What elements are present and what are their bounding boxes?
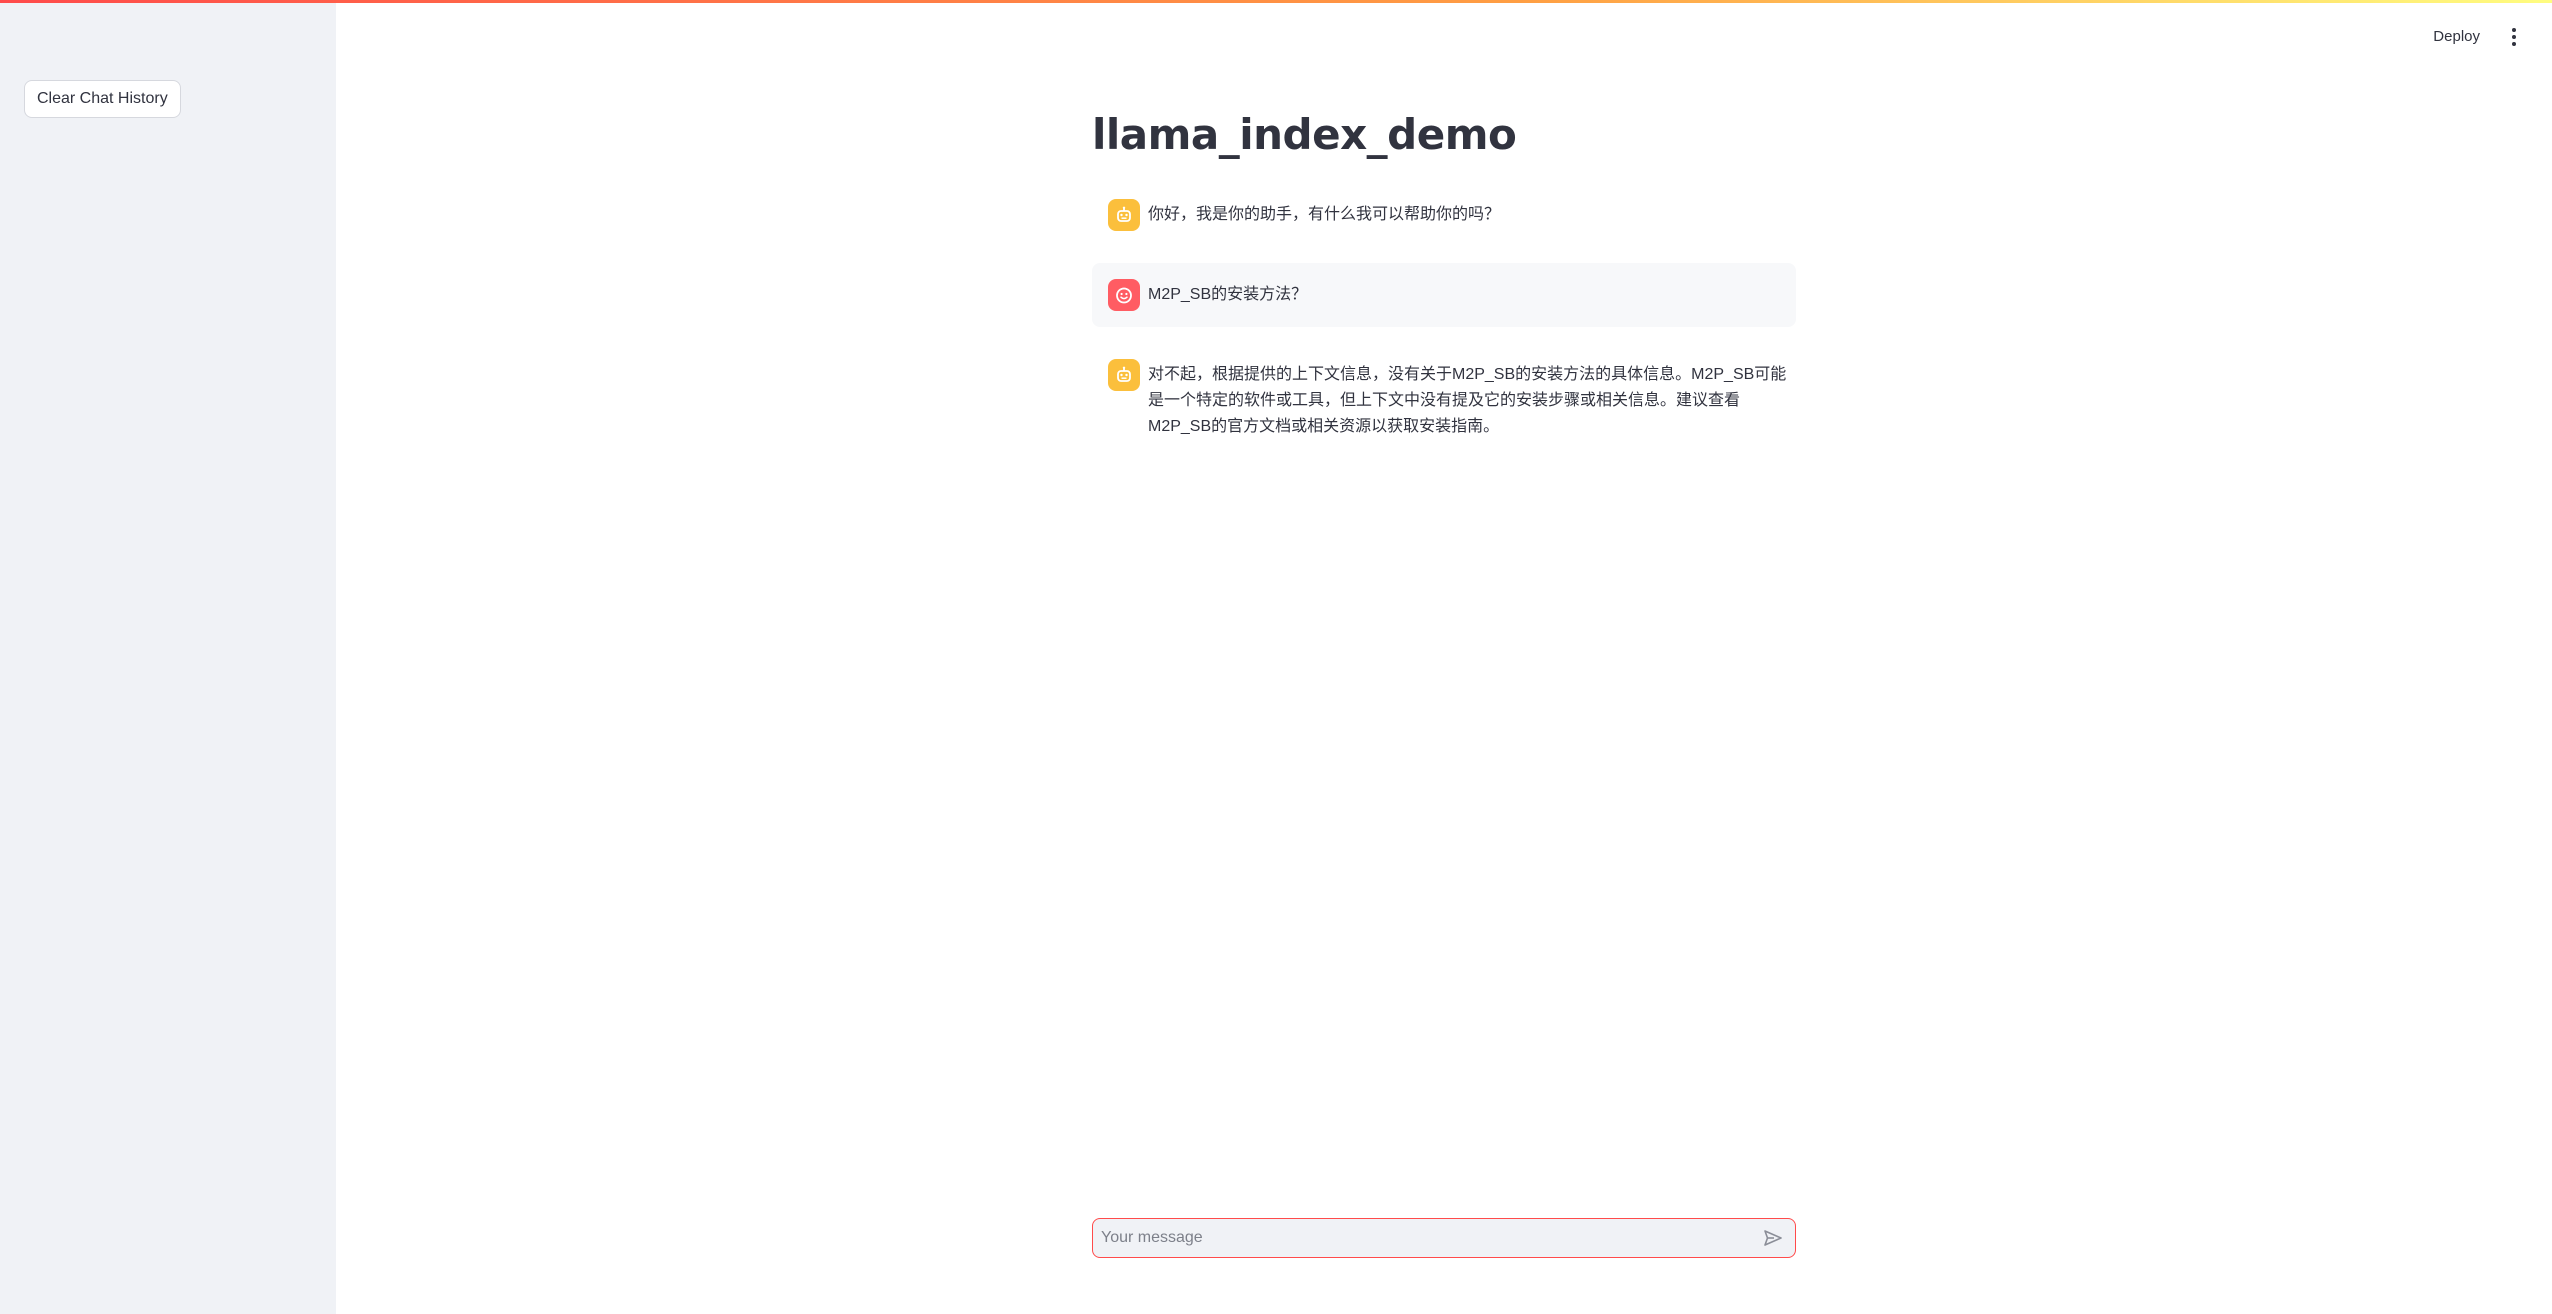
message-text: 对不起，根据提供的上下文信息，没有关于M2P_SB的安装方法的具体信息。M2P_…: [1148, 366, 1787, 435]
smiley-face-icon: [1108, 279, 1140, 311]
chat-message-input[interactable]: [1093, 1219, 1755, 1257]
app-header-actions: Deploy: [2427, 24, 2524, 49]
robot-face-icon: [1108, 199, 1140, 231]
robot-face-icon: [1108, 359, 1140, 391]
deploy-button[interactable]: Deploy: [2427, 24, 2486, 49]
chat-message-assistant: 对不起，根据提供的上下文信息，没有关于M2P_SB的安装方法的具体信息。M2P_…: [1092, 343, 1796, 456]
chat-message-assistant: 你好，我是你的助手，有什么我可以帮助你的吗？: [1092, 183, 1796, 247]
chat-input-box: [1092, 1218, 1796, 1258]
sidebar: Clear Chat History: [0, 0, 336, 1314]
send-button[interactable]: [1755, 1220, 1791, 1256]
message-text: 你好，我是你的助手，有什么我可以帮助你的吗？: [1148, 206, 1501, 223]
chat-message-user: M2P_SB的安装方法？: [1092, 263, 1796, 327]
message-text: M2P_SB的安装方法？: [1148, 286, 1308, 303]
clear-chat-history-button[interactable]: Clear Chat History: [24, 80, 181, 118]
send-arrow-icon: [1764, 1230, 1782, 1246]
kebab-menu-icon[interactable]: [2504, 25, 2524, 49]
chat-container: llama_index_demo 你好，我是你的助手，有什么我可以帮助你的吗？ …: [1092, 110, 1796, 456]
top-accent-bar: [0, 0, 2552, 3]
page-title: llama_index_demo: [1092, 110, 1517, 159]
